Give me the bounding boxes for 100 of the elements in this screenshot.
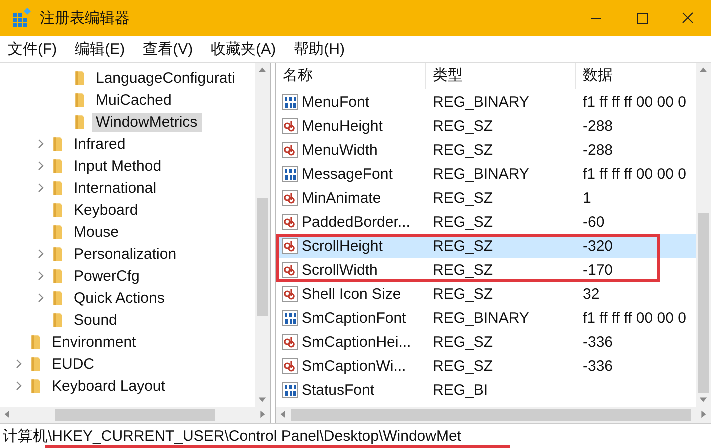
chevron-icon[interactable] — [38, 271, 44, 281]
table-cell-text: REG_SZ — [432, 238, 494, 254]
folder-icon — [52, 158, 64, 174]
chevron-icon[interactable] — [38, 161, 44, 171]
tree-item[interactable]: MuiCached — [92, 90, 176, 110]
table-row[interactable]: MenuWidth REG_SZ -288 — [276, 138, 696, 162]
table-cell-text: REG_SZ — [432, 262, 494, 278]
folder-icon — [52, 224, 64, 240]
window-title: 注册表编辑器 — [40, 8, 131, 28]
table-cell: MenuHeight — [302, 118, 383, 134]
status-path: 计算机\HKEY_CURRENT_USER\Control Panel\Desktop\WindowMet — [3, 426, 462, 446]
tree-item[interactable]: Input Method — [70, 156, 166, 176]
column-header[interactable]: 名称 — [276, 63, 426, 89]
tree-item[interactable]: Keyboard — [70, 200, 142, 220]
table-cell-text: REG_BI — [432, 382, 490, 398]
chevron-icon[interactable] — [38, 183, 44, 193]
menu-item[interactable]: 文件(F) — [2, 40, 64, 58]
chevron-icon[interactable] — [16, 359, 22, 369]
tree-item[interactable]: Sound — [70, 310, 122, 330]
table-cell-text: REG_BINARY — [432, 166, 530, 182]
table-cell-text: REG_SZ — [432, 118, 494, 134]
table-row[interactable]: SmCaptionWi... REG_SZ -336 — [276, 354, 696, 378]
menu-item[interactable]: 收藏夹(A) — [205, 40, 282, 58]
folder-icon — [52, 312, 64, 328]
table-row[interactable]: PaddedBorder... REG_SZ -60 — [276, 210, 696, 234]
menu-item[interactable]: 编辑(E) — [69, 40, 132, 58]
scroll-arrow-icon[interactable] — [699, 66, 708, 75]
table-cell: SmCaptionHei... — [302, 334, 412, 350]
folder-icon — [30, 356, 42, 372]
tree-item[interactable]: PowerCfg — [70, 266, 144, 286]
table-cell-text: -336 — [582, 358, 614, 374]
table-cell-text: REG_SZ — [432, 142, 494, 158]
table-cell-text: -288 — [582, 142, 614, 158]
text-value-icon — [282, 334, 299, 350]
text-value-icon — [282, 118, 299, 134]
text-value-icon — [282, 142, 299, 158]
table-row[interactable]: MenuFont REG_BINARY f1 ff ff ff 00 00 0 — [276, 90, 696, 114]
folder-icon — [52, 180, 64, 196]
table-row[interactable]: MinAnimate REG_SZ 1 — [276, 186, 696, 210]
table-cell-text: -336 — [582, 334, 614, 350]
folder-icon — [52, 290, 64, 306]
table-cell-text: f1 ff ff ff 00 00 0 — [582, 94, 688, 110]
folder-icon — [30, 334, 42, 350]
scroll-arrow-icon[interactable] — [279, 410, 288, 419]
text-value-icon — [282, 214, 299, 230]
table-cell-text: -170 — [582, 262, 614, 278]
menu-item[interactable]: 帮助(H) — [288, 40, 351, 58]
binary-value-icon — [282, 94, 299, 110]
tree-item[interactable]: Personalization — [70, 244, 181, 264]
column-header[interactable]: 类型 — [426, 63, 576, 89]
table-cell-text: REG_BINARY — [432, 310, 530, 326]
scrollbar[interactable] — [0, 407, 270, 423]
table-cell: StatusFont — [302, 382, 375, 398]
table-row[interactable]: ScrollHeight REG_SZ -320 — [276, 234, 696, 258]
scroll-arrow-icon[interactable] — [258, 66, 267, 75]
table-cell-text: -60 — [582, 214, 606, 230]
scroll-arrow-icon[interactable] — [3, 410, 12, 419]
tree-item[interactable]: International — [70, 178, 161, 198]
tree-item[interactable]: Infrared — [70, 134, 130, 154]
folder-icon — [52, 268, 64, 284]
table-cell-text: REG_SZ — [432, 214, 494, 230]
table-cell: MessageFont — [302, 166, 393, 182]
tree-item[interactable]: Mouse — [70, 222, 124, 242]
tree-item[interactable]: EUDC — [48, 354, 99, 374]
app-icon — [12, 8, 32, 28]
table-row[interactable]: SmCaptionFont REG_BINARY f1 ff ff ff 00 00 0 — [276, 306, 696, 330]
chevron-icon[interactable] — [38, 293, 44, 303]
scrollbar[interactable] — [696, 63, 711, 407]
menu-item[interactable]: 查看(V) — [137, 40, 200, 58]
folder-icon — [74, 70, 86, 86]
scrollbar[interactable] — [255, 63, 270, 407]
table-cell: ScrollHeight — [302, 238, 383, 254]
tree-item[interactable]: Environment — [48, 332, 140, 352]
table-row[interactable]: MessageFont REG_BINARY f1 ff ff ff 00 00 0 — [276, 162, 696, 186]
table-row[interactable]: StatusFont REG_BI — [276, 378, 696, 402]
chevron-icon[interactable] — [38, 249, 44, 259]
table-cell-text: 1 — [582, 190, 592, 206]
table-cell: PaddedBorder... — [302, 214, 410, 230]
table-row[interactable]: Shell Icon Size REG_SZ 32 — [276, 282, 696, 306]
folder-icon — [30, 378, 42, 394]
column-header[interactable]: 数据 — [576, 63, 696, 89]
table-cell: MenuWidth — [302, 142, 378, 158]
table-cell-text: -288 — [582, 118, 614, 134]
tree-item[interactable]: WindowMetrics — [92, 112, 202, 132]
tree-item[interactable]: LanguageConfigurati — [92, 68, 240, 88]
table-row[interactable]: ScrollWidth REG_SZ -170 — [276, 258, 696, 282]
tree-item[interactable]: Keyboard Layout — [48, 376, 170, 396]
folder-icon — [74, 114, 86, 130]
table-cell-text: REG_SZ — [432, 334, 494, 350]
table-cell-text: REG_BINARY — [432, 94, 530, 110]
folder-icon — [74, 92, 86, 108]
chevron-icon[interactable] — [16, 381, 22, 391]
scrollbar[interactable] — [276, 407, 711, 423]
binary-value-icon — [282, 310, 299, 326]
table-row[interactable]: SmCaptionHei... REG_SZ -336 — [276, 330, 696, 354]
chevron-icon[interactable] — [38, 139, 44, 149]
table-cell: Shell Icon Size — [302, 286, 402, 302]
table-row[interactable]: MenuHeight REG_SZ -288 — [276, 114, 696, 138]
tree-item[interactable]: Quick Actions — [70, 288, 169, 308]
text-value-icon — [282, 190, 299, 206]
